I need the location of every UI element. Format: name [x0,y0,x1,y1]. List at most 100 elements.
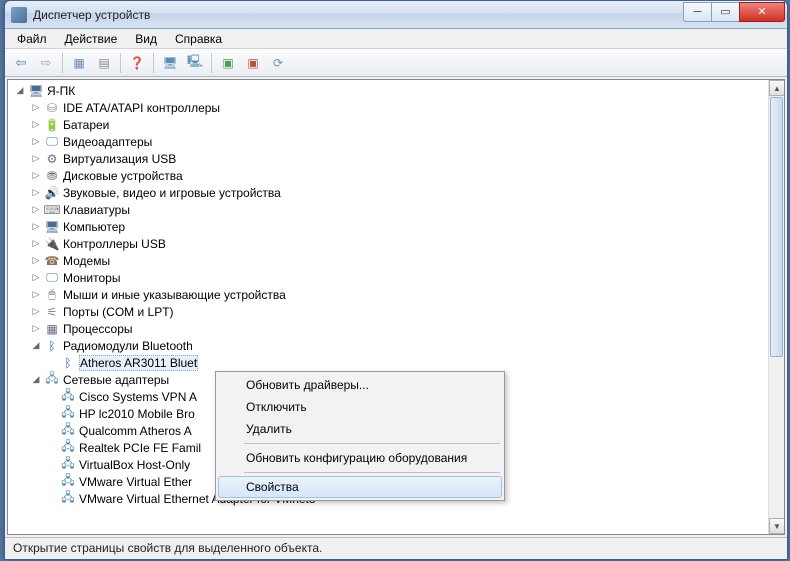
nav-forward-button[interactable]: ⇨ [34,51,58,75]
tree-category[interactable]: ▷🖱Мыши и иные указывающие устройства [8,286,768,303]
selected-device-label: Atheros AR3011 Bluet [79,355,198,371]
scroll-thumb[interactable] [770,97,783,357]
ctx-disable[interactable]: Отключить [218,396,502,418]
tree-category[interactable]: ▷🖥Компьютер [8,218,768,235]
usb-virt-icon: ⚙ [44,151,60,167]
expand-icon[interactable]: ▷ [30,102,42,114]
expand-icon[interactable]: ▷ [30,170,42,182]
tree-category[interactable]: ▷⛁IDE ATA/ATAPI контроллеры [8,99,768,116]
collapse-icon[interactable]: ◢ [30,340,42,352]
computer-icon: 🖥 [28,83,44,99]
ctx-rescan[interactable]: Обновить конфигурацию оборудования [218,447,502,469]
close-button[interactable]: ✕ [739,2,785,22]
device-enable-icon: ▣ [222,56,233,70]
tree-category[interactable]: ▷▦Процессоры [8,320,768,337]
titlebar[interactable]: Диспетчер устройств ─ ▭ ✕ [5,1,787,29]
network-icon: 🖧 [44,372,60,388]
menu-view[interactable]: Вид [127,30,165,48]
port-icon: ⚟ [44,304,60,320]
cpu-icon: ▦ [44,321,60,337]
tree-category[interactable]: ▷⌨Клавиатуры [8,201,768,218]
expand-icon[interactable]: ▷ [30,119,42,131]
expand-icon[interactable]: ▷ [30,323,42,335]
collapse-icon[interactable]: ◢ [14,85,26,97]
bluetooth-icon: ᛒ [44,338,60,354]
expand-icon[interactable]: ▷ [30,306,42,318]
expand-icon[interactable]: ▷ [30,136,42,148]
menu-help[interactable]: Справка [167,30,230,48]
properties-button[interactable]: ▤ [92,51,116,75]
vertical-scrollbar[interactable]: ▲ ▼ [768,80,784,534]
menubar: Файл Действие Вид Справка [5,29,787,49]
separator [120,53,121,73]
maximize-button[interactable]: ▭ [711,2,739,22]
computer-cat-icon: 🖥 [44,219,60,235]
monitor-list-icon: 🖳 [187,52,203,73]
mouse-icon: 🖱 [44,287,60,303]
expand-icon[interactable]: ▷ [30,187,42,199]
expand-icon[interactable]: ▷ [30,204,42,216]
scan-icon: ⟳ [273,56,283,70]
separator [211,53,212,73]
show-hide-tree-button[interactable]: ▦ [67,51,91,75]
tree-category[interactable]: ▷🔌Контроллеры USB [8,235,768,252]
tree-category[interactable]: ▷⛃Дисковые устройства [8,167,768,184]
tree-device-selected[interactable]: ᛒAtheros AR3011 Bluet [8,354,768,371]
tree-category-bluetooth[interactable]: ◢ᛒРадиомодули Bluetooth [8,337,768,354]
tree-category[interactable]: ▷🖵Мониторы [8,269,768,286]
context-menu: Обновить драйверы... Отключить Удалить О… [215,371,505,501]
nav-back-button[interactable]: ⇦ [9,51,33,75]
network-adapter-icon: 🖧 [60,491,76,507]
separator [62,53,63,73]
tree-category[interactable]: ▷⚙Виртуализация USB [8,150,768,167]
root-label: Я-ПК [47,84,75,98]
action-button-4[interactable]: ▣ [241,51,265,75]
tree-category[interactable]: ▷🖵Видеоадаптеры [8,133,768,150]
expand-icon[interactable]: ▷ [30,272,42,284]
action-button-1[interactable]: 🖥 [158,51,182,75]
scan-hardware-button[interactable]: ⟳ [266,51,290,75]
ctx-update-drivers[interactable]: Обновить драйверы... [218,374,502,396]
battery-icon: 🔋 [44,117,60,133]
sound-icon: 🔊 [44,185,60,201]
status-text: Открытие страницы свойств для выделенног… [13,541,322,555]
expand-icon[interactable]: ▷ [30,221,42,233]
expand-icon[interactable]: ▷ [30,238,42,250]
disk-icon: ⛃ [44,168,60,184]
ide-icon: ⛁ [44,100,60,116]
ctx-delete[interactable]: Удалить [218,418,502,440]
monitor-icon: 🖥 [162,56,177,70]
tree-category[interactable]: ▷☎Модемы [8,252,768,269]
keyboard-icon: ⌨ [44,202,60,218]
arrow-right-icon: ⇨ [41,55,52,71]
menu-file[interactable]: Файл [9,30,55,48]
minimize-button[interactable]: ─ [683,2,711,22]
usb-icon: 🔌 [44,236,60,252]
expand-icon[interactable]: ▷ [30,153,42,165]
statusbar: Открытие страницы свойств для выделенног… [5,537,787,559]
toolbar: ⇦ ⇨ ▦ ▤ ❓ 🖥 🖳 ▣ ▣ ⟳ [5,49,787,77]
display-adapter-icon: 🖵 [44,134,60,150]
monitor-icon: 🖵 [44,270,60,286]
separator [153,53,154,73]
menu-action[interactable]: Действие [57,30,126,48]
expand-icon[interactable]: ▷ [30,255,42,267]
tree-icon: ▦ [73,56,84,70]
expand-icon[interactable]: ▷ [30,289,42,301]
tree-root[interactable]: ◢ 🖥 Я-ПК [8,82,768,99]
app-icon [11,7,27,23]
action-button-3[interactable]: ▣ [216,51,240,75]
tree-category[interactable]: ▷🔋Батареи [8,116,768,133]
device-disable-icon: ▣ [247,56,258,70]
tree-category[interactable]: ▷🔊Звуковые, видео и игровые устройства [8,184,768,201]
ctx-properties[interactable]: Свойства [218,476,502,498]
separator [244,443,500,444]
help-button[interactable]: ❓ [125,51,149,75]
tree-category[interactable]: ▷⚟Порты (COM и LPT) [8,303,768,320]
scroll-up-button[interactable]: ▲ [769,80,785,96]
bluetooth-icon: ᛒ [60,355,76,371]
help-icon: ❓ [130,56,145,70]
scroll-down-button[interactable]: ▼ [769,518,785,534]
collapse-icon[interactable]: ◢ [30,374,42,386]
action-button-2[interactable]: 🖳 [183,51,207,75]
